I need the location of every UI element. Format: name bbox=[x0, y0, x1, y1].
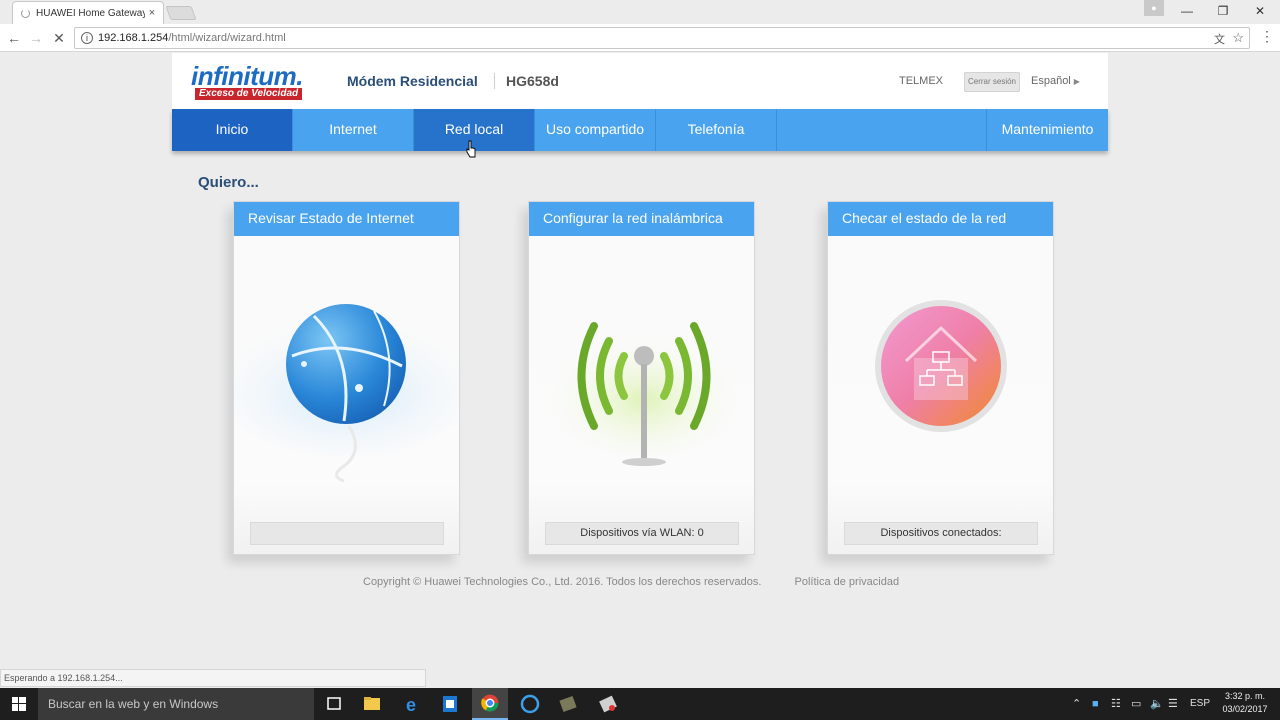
address-bar[interactable]: i 192.168.1.254/html/wizard/wizard.html … bbox=[74, 27, 1250, 49]
card-title[interactable]: Checar el estado de la red bbox=[828, 202, 1053, 236]
browser-tab[interactable]: HUAWEI Home Gateway × bbox=[12, 1, 164, 24]
copyright-text: Copyright © Huawei Technologies Co., Ltd… bbox=[363, 576, 762, 588]
start-button[interactable] bbox=[0, 688, 38, 720]
caret-right-icon: ▶ bbox=[1073, 77, 1080, 86]
profile-icon[interactable]: ● bbox=[1144, 0, 1164, 16]
router-header: infinitum. Exceso de Velocidad Módem Res… bbox=[172, 53, 1108, 109]
nav-item-internet[interactable]: Internet bbox=[293, 109, 414, 151]
stop-loading-icon[interactable]: ✕ bbox=[49, 28, 69, 48]
card-internet-status[interactable]: Revisar Estado de Internet bbox=[233, 201, 460, 555]
wifi-antenna-icon bbox=[539, 316, 749, 466]
nav-item-telefonia[interactable]: Telefonía bbox=[656, 109, 777, 151]
taskbar-clock[interactable]: 3:32 p. m. 03/02/2017 bbox=[1214, 690, 1276, 716]
card-network-status[interactable]: Checar el estado de la red Dispositivos … bbox=[827, 201, 1054, 555]
browser-status-bar: Esperando a 192.168.1.254... bbox=[0, 669, 426, 687]
app-snip-icon[interactable] bbox=[590, 692, 626, 716]
minimize-icon[interactable]: — bbox=[1172, 2, 1202, 20]
card-wireless-config[interactable]: Configurar la red inalámbrica Dispositiv… bbox=[528, 201, 755, 555]
logo-tagline: Exceso de Velocidad bbox=[195, 88, 303, 100]
taskbar-search[interactable]: Buscar en la web y en Windows bbox=[38, 688, 314, 720]
restore-icon[interactable]: ❐ bbox=[1208, 2, 1238, 20]
card-status: Dispositivos conectados: bbox=[844, 522, 1038, 545]
tray-app-icon[interactable]: ■ bbox=[1092, 688, 1099, 720]
privacy-link[interactable]: Política de privacidad bbox=[795, 576, 900, 588]
page-content: infinitum. Exceso de Velocidad Módem Res… bbox=[0, 53, 1280, 688]
home-network-icon bbox=[875, 300, 1007, 432]
globe-icon bbox=[234, 304, 459, 483]
close-window-icon[interactable]: ✕ bbox=[1245, 2, 1275, 20]
language-label: Español bbox=[1031, 75, 1071, 87]
tray-display-icon[interactable]: ▭ bbox=[1131, 688, 1141, 720]
nav-item-uso-compartido[interactable]: Uso compartido bbox=[535, 109, 656, 151]
browser-toolbar: ← → ✕ i 192.168.1.254/html/wizard/wizard… bbox=[0, 24, 1280, 52]
action-center-icon[interactable]: ☰ bbox=[1168, 688, 1178, 720]
back-icon[interactable]: ← bbox=[4, 28, 24, 48]
logout-button[interactable]: Cerrar sesión bbox=[964, 72, 1020, 92]
bookmark-star-icon[interactable]: ☆ bbox=[1232, 30, 1244, 46]
app-tool-icon[interactable] bbox=[550, 692, 586, 716]
card-title[interactable]: Configurar la red inalámbrica bbox=[529, 202, 754, 236]
card-status: Dispositivos vía WLAN: 0 bbox=[545, 522, 739, 545]
task-view-icon[interactable] bbox=[316, 692, 352, 716]
chrome-icon[interactable] bbox=[472, 688, 508, 720]
isp-name: TELMEX bbox=[899, 75, 944, 87]
forward-icon[interactable]: → bbox=[26, 28, 46, 48]
nav-spacer bbox=[777, 109, 987, 151]
windows-taskbar: Buscar en la web y en Windows e ⌃ ■ ☷ ▭ … bbox=[0, 688, 1280, 720]
clock-date: 03/02/2017 bbox=[1222, 704, 1268, 714]
card-title[interactable]: Revisar Estado de Internet bbox=[234, 202, 459, 236]
header-divider bbox=[494, 73, 495, 89]
volume-icon[interactable]: 🔈 bbox=[1150, 688, 1164, 720]
tray-chevron-icon[interactable]: ⌃ bbox=[1072, 688, 1081, 720]
tab-title: HUAWEI Home Gateway bbox=[36, 7, 145, 19]
tab-strip: HUAWEI Home Gateway × ● — ❐ ✕ bbox=[0, 0, 1280, 24]
url-path: /html/wizard/wizard.html bbox=[168, 32, 286, 44]
main-nav: Inicio Internet Red local Uso compartido… bbox=[172, 109, 1108, 151]
app-refresh-icon[interactable] bbox=[512, 692, 548, 716]
infinitum-logo: infinitum. Exceso de Velocidad bbox=[191, 61, 333, 101]
site-info-icon[interactable]: i bbox=[81, 32, 93, 44]
tray-network-icon[interactable]: ☷ bbox=[1111, 688, 1121, 720]
loading-spinner-icon bbox=[21, 8, 30, 18]
file-explorer-icon[interactable] bbox=[354, 692, 390, 716]
product-name: Módem Residencial bbox=[347, 73, 478, 89]
input-language[interactable]: ESP bbox=[1190, 688, 1210, 720]
new-tab-button[interactable] bbox=[165, 6, 197, 20]
nav-item-inicio[interactable]: Inicio bbox=[172, 109, 293, 151]
page-footer: Copyright © Huawei Technologies Co., Ltd… bbox=[363, 576, 899, 588]
card-status bbox=[250, 522, 444, 545]
page-heading: Quiero... bbox=[198, 174, 259, 191]
svg-text:e: e bbox=[406, 695, 416, 715]
clock-time: 3:32 p. m. bbox=[1224, 691, 1266, 701]
windows-logo-icon bbox=[12, 697, 26, 711]
nav-item-mantenimiento[interactable]: Mantenimiento bbox=[987, 109, 1108, 151]
edge-browser-icon[interactable]: e bbox=[394, 692, 430, 716]
hand-cursor-icon bbox=[466, 140, 476, 158]
translate-icon[interactable]: 文 bbox=[1214, 31, 1225, 47]
url-host: 192.168.1.254 bbox=[98, 32, 169, 44]
browser-menu-icon[interactable]: ⋮ bbox=[1260, 28, 1274, 45]
tab-close-icon[interactable]: × bbox=[145, 7, 159, 19]
store-icon[interactable] bbox=[432, 692, 468, 716]
language-selector[interactable]: Español ▶ bbox=[1031, 75, 1080, 87]
model-name: HG658d bbox=[506, 73, 559, 89]
